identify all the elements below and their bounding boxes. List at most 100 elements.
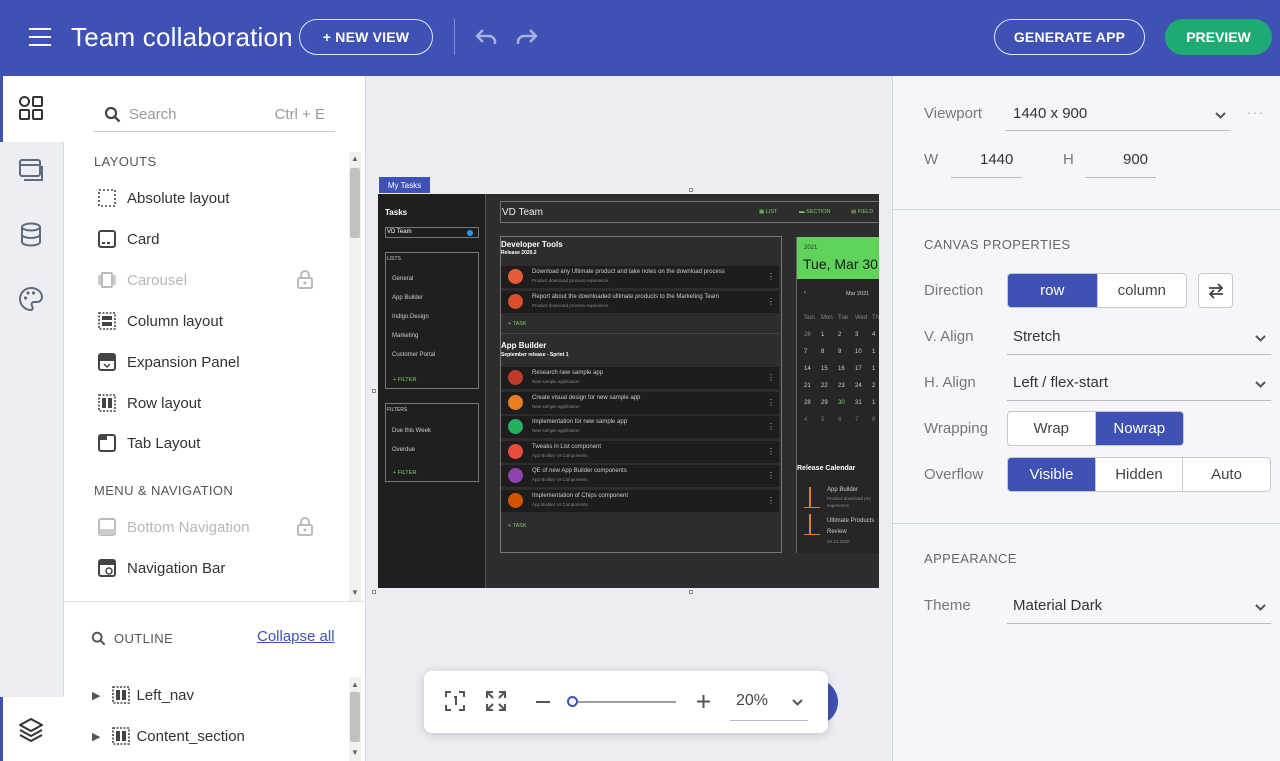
direction-toggle[interactable]: row column bbox=[1007, 273, 1187, 308]
more-icon[interactable]: ⋮ bbox=[767, 447, 775, 456]
mock-list-item[interactable]: Indigo.Design bbox=[392, 314, 429, 320]
wrapping-wrap-option[interactable]: Wrap bbox=[1008, 412, 1096, 445]
more-icon[interactable]: ⋮ bbox=[767, 297, 775, 306]
mock-day[interactable]: 22 bbox=[821, 383, 838, 389]
collapse-all-link[interactable]: Collapse all bbox=[257, 628, 335, 645]
viewport-select[interactable]: 1440 x 900 bbox=[1005, 95, 1230, 131]
resize-handle[interactable] bbox=[689, 188, 693, 192]
mock-day[interactable]: 6 bbox=[838, 417, 855, 423]
menu-icon[interactable] bbox=[29, 28, 51, 46]
mock-day[interactable]: 4 bbox=[872, 332, 879, 338]
mock-day[interactable]: 29 bbox=[821, 400, 838, 406]
mock-task-item[interactable]: Create visual design for new sample app … bbox=[501, 392, 779, 414]
toolbox-scrollbar-thumb[interactable] bbox=[350, 168, 360, 238]
overflow-hidden-option[interactable]: Hidden bbox=[1096, 458, 1183, 491]
mock-day[interactable]: 4 bbox=[804, 417, 821, 423]
zoom-level-select[interactable]: 20% bbox=[730, 681, 808, 721]
new-view-button[interactable]: + NEW VIEW bbox=[299, 19, 433, 55]
components-icon[interactable] bbox=[18, 95, 44, 121]
mock-release-item[interactable]: App Builder bbox=[827, 487, 858, 493]
scroll-down-arrow[interactable]: ▼ bbox=[349, 588, 361, 597]
outline-search-icon[interactable] bbox=[91, 631, 106, 646]
mock-day[interactable]: 9 bbox=[838, 349, 855, 355]
zoom-slider-track[interactable] bbox=[572, 701, 676, 703]
mock-day[interactable]: 3 bbox=[855, 332, 872, 338]
palette-icon[interactable] bbox=[18, 286, 44, 312]
mock-task-item[interactable]: QE of new App Builder components App Bui… bbox=[501, 465, 779, 487]
overflow-auto-option[interactable]: Auto bbox=[1183, 458, 1270, 491]
mock-task-item[interactable]: Report about the downloaded ultimate pro… bbox=[501, 291, 779, 313]
mock-filter-item[interactable]: Overdue bbox=[392, 447, 415, 453]
preview-button[interactable]: PREVIEW bbox=[1165, 19, 1272, 55]
chevron-left-icon[interactable]: ‹ bbox=[804, 290, 806, 296]
height-input[interactable]: 900 bbox=[1123, 151, 1148, 168]
mock-list-item[interactable]: Marketing bbox=[392, 333, 418, 339]
mock-tab-list[interactable]: ▦ LIST bbox=[759, 209, 777, 215]
mock-day[interactable]: 7 bbox=[804, 349, 821, 355]
theme-select[interactable]: Material Dark bbox=[1007, 587, 1271, 623]
mock-day[interactable]: 2 bbox=[838, 332, 855, 338]
outline-scroll-up[interactable]: ▲ bbox=[349, 680, 361, 689]
mock-day[interactable]: 15 bbox=[821, 366, 838, 372]
resize-handle[interactable] bbox=[372, 389, 376, 393]
mock-release-item[interactable]: Ultimate Products bbox=[827, 518, 874, 524]
component-navigation-bar[interactable]: Navigation Bar bbox=[96, 556, 225, 580]
width-input[interactable]: 1440 bbox=[980, 151, 1013, 168]
more-icon[interactable]: ⋮ bbox=[767, 422, 775, 431]
scroll-up-arrow[interactable]: ▲ bbox=[349, 154, 361, 163]
mock-day[interactable]: 8 bbox=[821, 349, 838, 355]
mock-day[interactable]: 28 bbox=[804, 400, 821, 406]
mock-day[interactable]: 21 bbox=[804, 383, 821, 389]
mock-tab-field[interactable]: ▤ FIELD bbox=[851, 209, 873, 215]
overflow-visible-option[interactable]: Visible bbox=[1008, 458, 1096, 491]
mock-left-nav[interactable]: Tasks VD Team LISTS General App Builder … bbox=[378, 194, 486, 588]
mock-add-task[interactable]: + TASK bbox=[508, 321, 527, 327]
resize-handle[interactable] bbox=[689, 590, 693, 594]
more-icon[interactable]: ⋮ bbox=[767, 398, 775, 407]
expand-arrow-icon[interactable]: ▶ bbox=[92, 730, 100, 743]
fit-screen-icon[interactable] bbox=[485, 690, 507, 712]
mock-task-item[interactable]: Tweaks in List component App Builder UI … bbox=[501, 441, 779, 463]
mock-day[interactable]: 16 bbox=[838, 366, 855, 372]
mock-filter-button[interactable]: + FILTER bbox=[393, 377, 416, 383]
mock-day[interactable]: 1 bbox=[872, 366, 879, 372]
mock-add-task[interactable]: + TASK bbox=[508, 523, 527, 529]
mock-day[interactable]: 31 bbox=[855, 400, 872, 406]
mock-day[interactable]: 14 bbox=[804, 366, 821, 372]
component-column-layout[interactable]: Column layout bbox=[96, 309, 223, 333]
mock-day[interactable]: 5 bbox=[821, 417, 838, 423]
zoom-slider-thumb[interactable] bbox=[567, 696, 578, 707]
mock-day[interactable]: 24 bbox=[855, 383, 872, 389]
direction-column-option[interactable]: column bbox=[1098, 274, 1187, 307]
data-icon[interactable] bbox=[19, 222, 43, 248]
mock-list-item[interactable]: Customer Portal bbox=[392, 352, 435, 358]
mock-list-item[interactable]: App Builder bbox=[392, 295, 423, 301]
outline-item-left-nav[interactable]: ▶ Left_nav bbox=[92, 684, 194, 706]
mock-task-item[interactable]: Implementation for new sample app New sa… bbox=[501, 416, 779, 438]
expand-arrow-icon[interactable]: ▶ bbox=[92, 689, 100, 702]
valign-select[interactable]: Stretch bbox=[1007, 318, 1271, 354]
component-tab-layout[interactable]: Tab Layout bbox=[96, 431, 200, 455]
wrapping-nowrap-option[interactable]: Nowrap bbox=[1095, 412, 1183, 445]
mock-filter-item[interactable]: Due this Week bbox=[392, 428, 431, 434]
view-tag[interactable]: My Tasks bbox=[379, 177, 430, 193]
outline-scroll-down[interactable]: ▼ bbox=[349, 748, 361, 757]
zoom-out-icon[interactable] bbox=[536, 701, 550, 703]
fit-selection-icon[interactable] bbox=[444, 690, 466, 712]
layers-icon[interactable] bbox=[18, 717, 44, 743]
swap-direction-button[interactable] bbox=[1198, 273, 1233, 308]
views-icon[interactable] bbox=[18, 158, 44, 184]
more-icon[interactable]: ⋮ bbox=[767, 272, 775, 281]
mock-task-item[interactable]: Research new sample app New sample appli… bbox=[501, 367, 779, 389]
mock-task-item[interactable]: Implementation of Chips component App Bu… bbox=[501, 490, 779, 512]
mock-day[interactable]: 17 bbox=[855, 366, 872, 372]
mock-filter-button[interactable]: + FILTER bbox=[393, 470, 416, 476]
mock-task-item[interactable]: Download any Ultimate product and take n… bbox=[501, 266, 779, 288]
component-carousel[interactable]: Carousel bbox=[96, 268, 187, 292]
component-row-layout[interactable]: Row layout bbox=[96, 391, 201, 415]
redo-icon[interactable] bbox=[515, 26, 539, 48]
mock-day[interactable]: 1 bbox=[872, 400, 879, 406]
zoom-in-icon[interactable] bbox=[696, 694, 711, 709]
wrapping-toggle[interactable]: Wrap Nowrap bbox=[1007, 411, 1184, 446]
mock-tab-section[interactable]: ▬ SECTION bbox=[799, 209, 830, 215]
